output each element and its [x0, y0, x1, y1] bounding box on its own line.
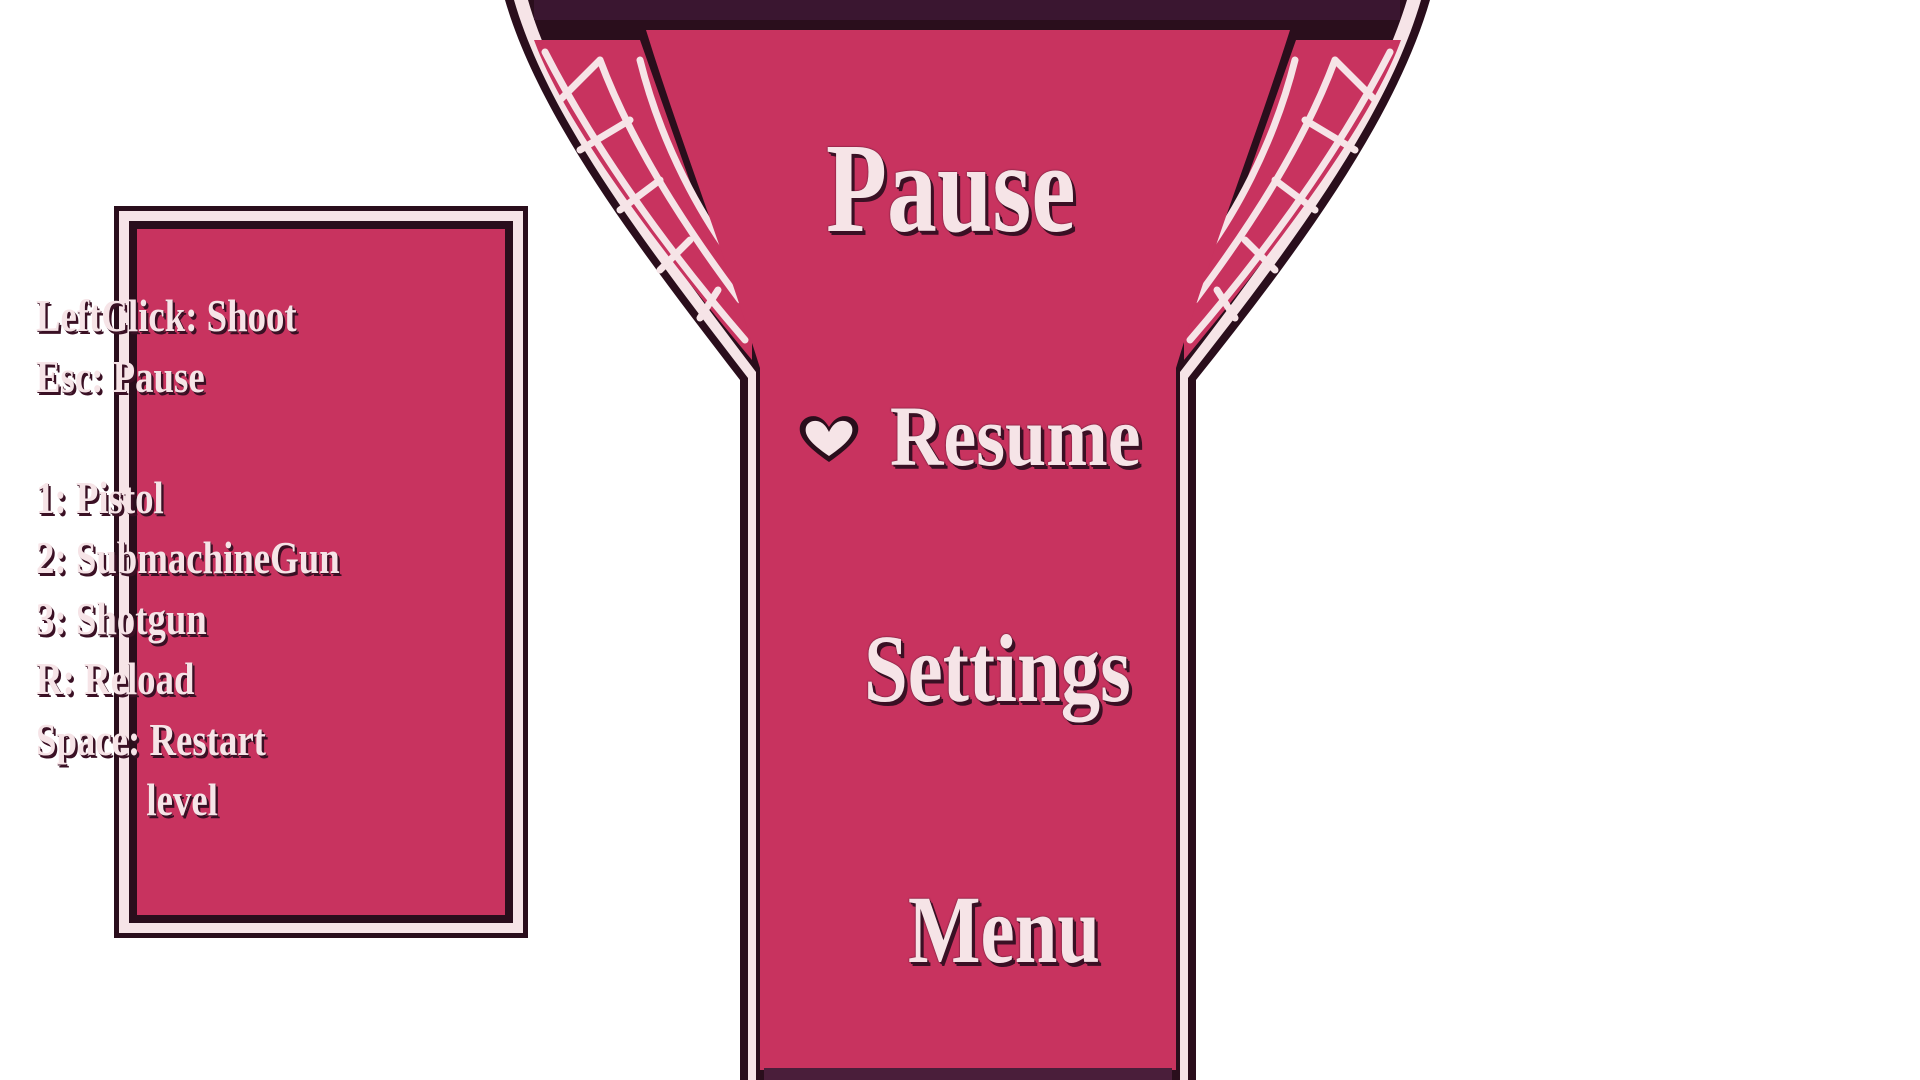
control-line-spacer [36, 407, 340, 468]
control-line-reload: R: Reload [36, 653, 195, 704]
control-line-submachinegun: 2: SubmachineGun [36, 532, 340, 583]
heart-icon [799, 416, 859, 462]
control-line-shoot: LeftClick: Shoot [36, 290, 297, 341]
control-line-shotgun: 3: Shotgun [36, 592, 207, 644]
control-line-restart: Space: Restart [36, 713, 266, 765]
control-line-pause: Esc: Pause [36, 350, 205, 402]
resume-button[interactable]: Resume [890, 393, 1141, 479]
settings-button[interactable]: Settings [864, 621, 1131, 717]
pause-title: Pause [826, 117, 1076, 259]
controls-list: LeftClick: Shoot Esc: Pause 1: Pistol 2:… [36, 286, 340, 831]
game-screen: Pause Resume Settings Menu LeftClick: Sh… [0, 0, 1920, 1080]
control-line-pistol: 1: Pistol [36, 471, 164, 523]
menu-button[interactable]: Menu [908, 882, 1100, 978]
control-line-restart-cont: level [36, 774, 218, 825]
